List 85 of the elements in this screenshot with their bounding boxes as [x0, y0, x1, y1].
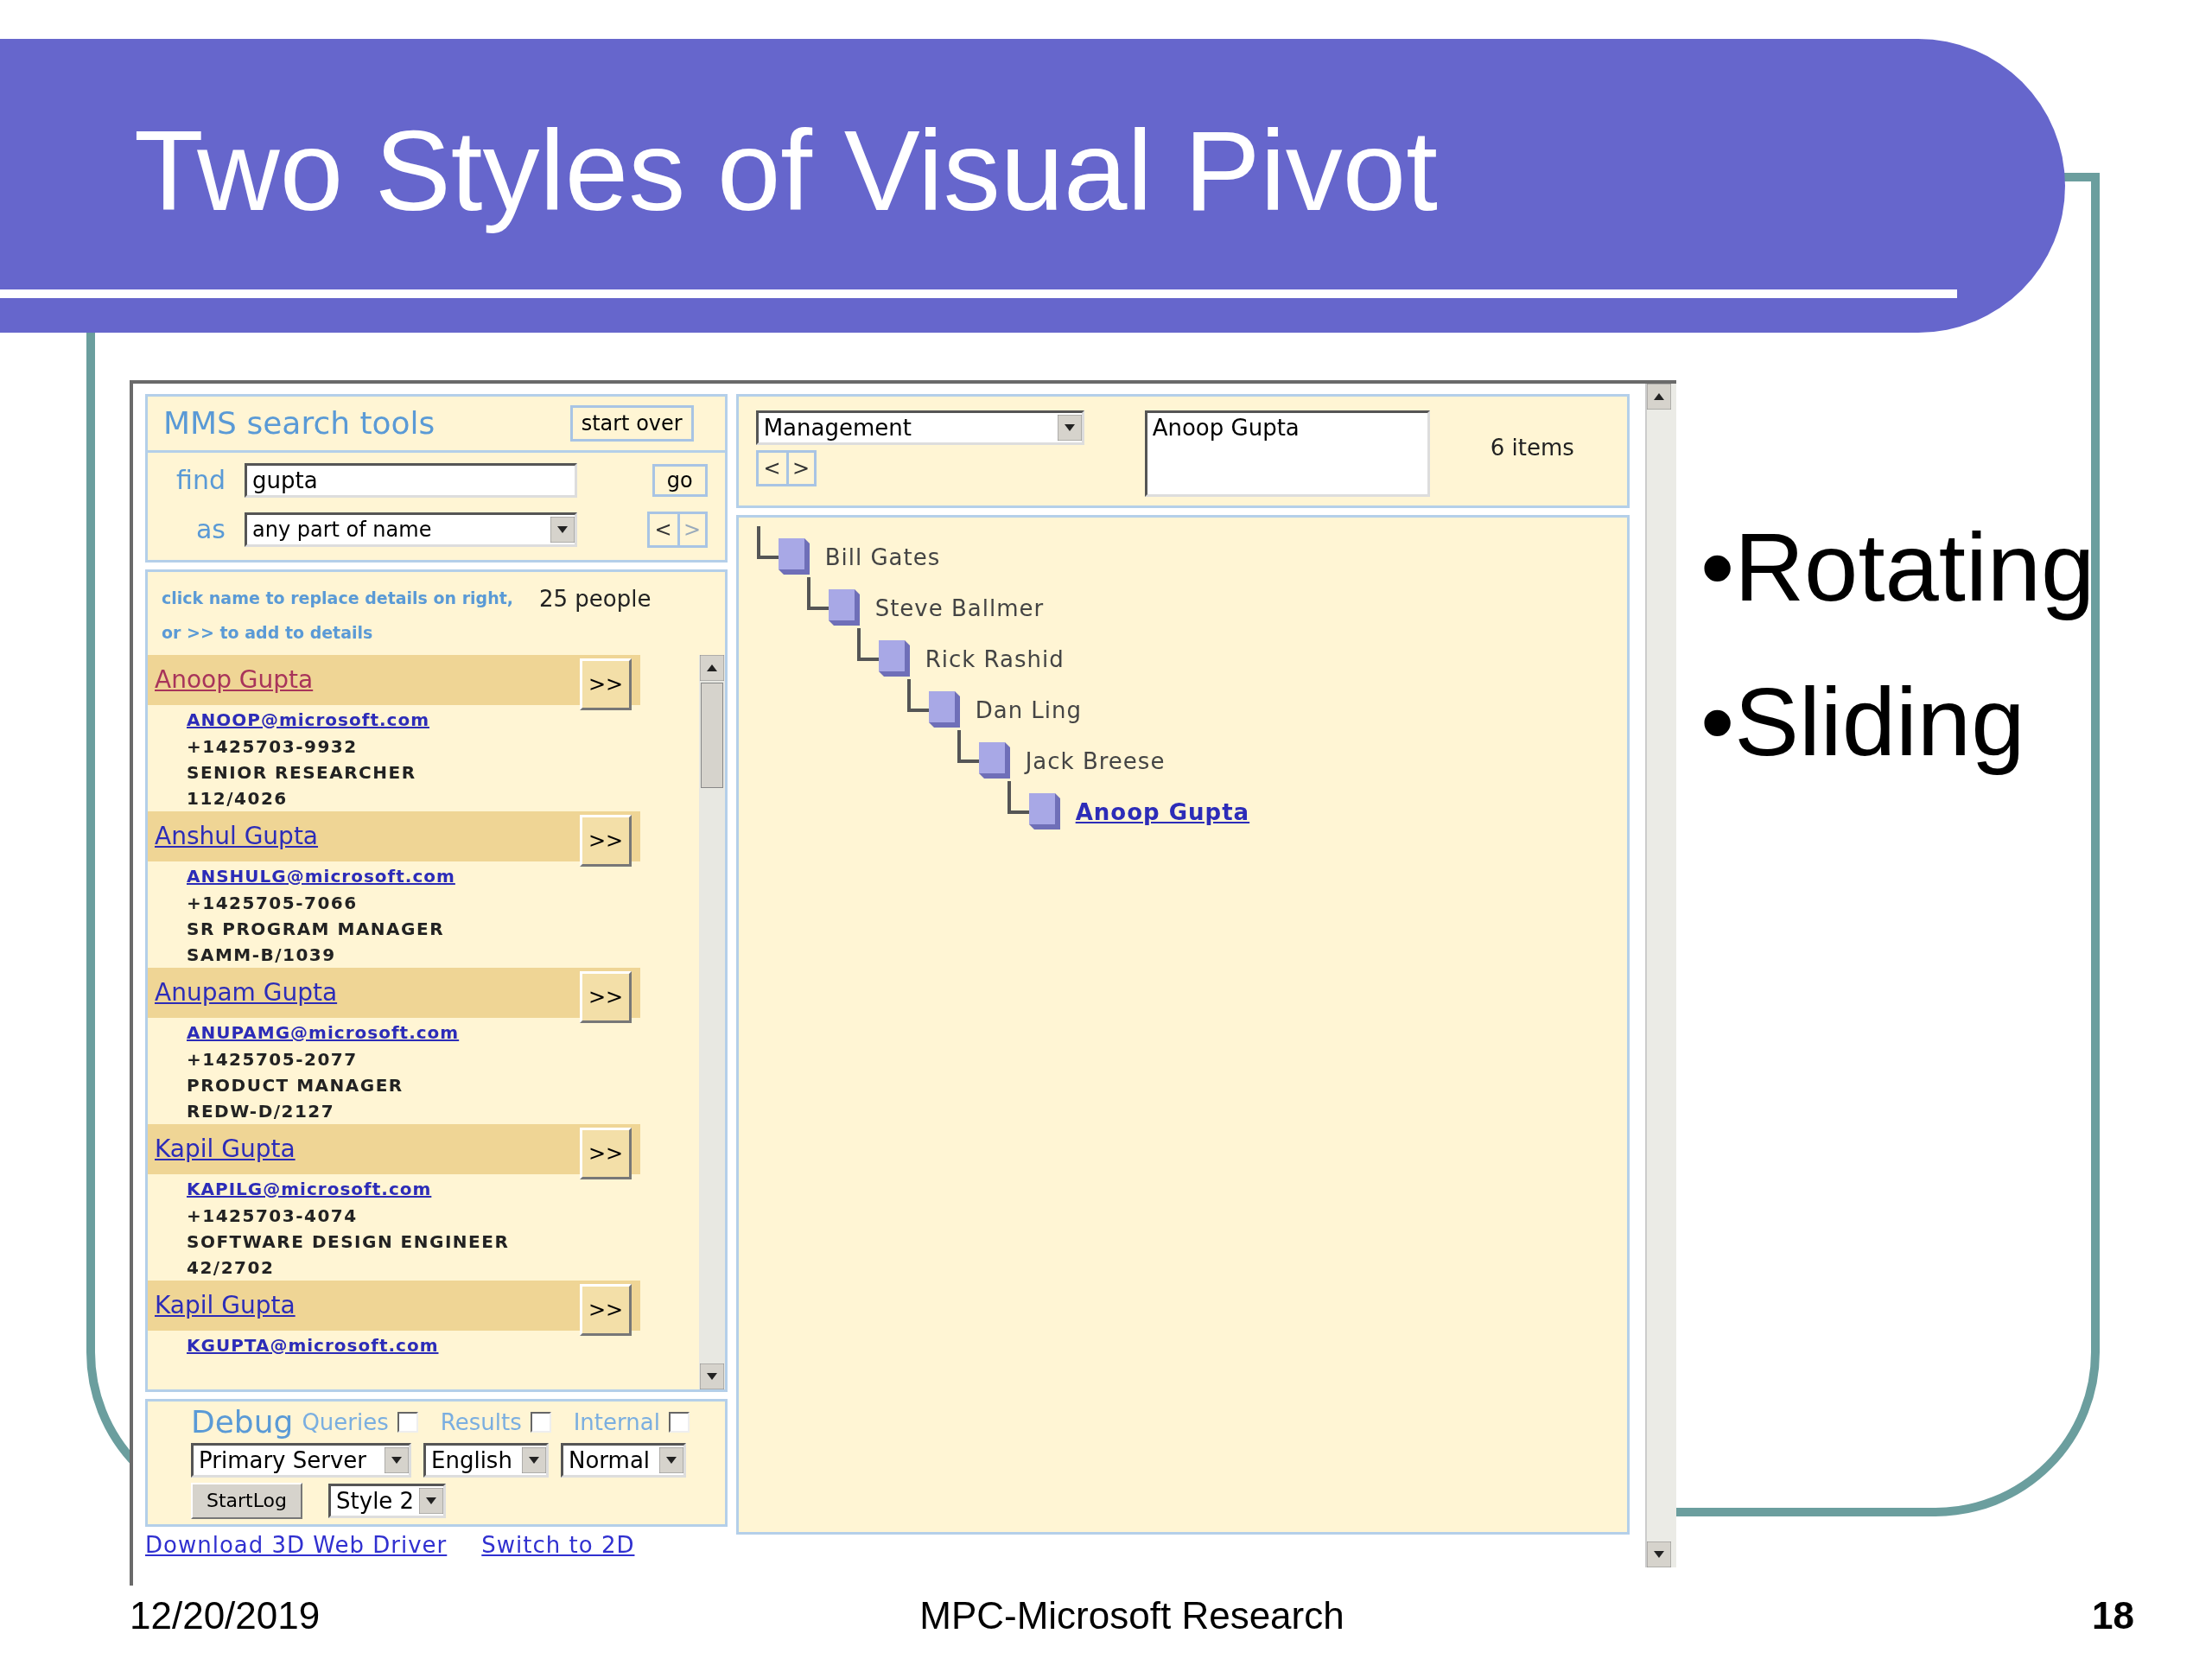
tree-node-name[interactable]: Dan Ling — [975, 699, 1083, 721]
add-to-details-button[interactable]: >> — [580, 1128, 632, 1179]
scrollbar[interactable] — [698, 655, 725, 1389]
person-name-link[interactable]: Kapil Gupta — [155, 1294, 296, 1318]
start-over-button[interactable]: start over — [569, 405, 694, 442]
dropdown-arrow-icon[interactable] — [385, 1447, 409, 1473]
page-scrollbar[interactable] — [1645, 384, 1676, 1567]
start-log-button[interactable]: StartLog — [191, 1483, 303, 1519]
person-detail: +1425703-9932 — [187, 735, 358, 759]
people-count: 25 people — [539, 588, 652, 610]
option-label: Results — [440, 1411, 522, 1433]
connector-cube-icon — [805, 577, 861, 628]
checkbox[interactable] — [668, 1412, 690, 1433]
person-detail: 112/4026 — [187, 787, 288, 810]
dropdown-field[interactable]: Style 2 — [328, 1484, 447, 1518]
selection-field[interactable]: Anoop Gupta — [1144, 410, 1430, 497]
connector-cube-icon — [855, 628, 912, 679]
person-detail: +1425705-7066 — [187, 892, 358, 915]
scroll-up-icon[interactable] — [699, 655, 724, 681]
dropdown-field[interactable]: Primary Server — [191, 1443, 411, 1478]
dropdown-field[interactable]: Management — [755, 410, 1084, 445]
person-detail: REDW-D/2127 — [187, 1100, 335, 1123]
email-link[interactable]: ANSHULG@microsoft.com — [187, 863, 455, 890]
person-detail: SOFTWARE DESIGN ENGINEER — [187, 1230, 510, 1254]
connector-cube-icon — [956, 730, 1012, 781]
person-detail: PRODUCT MANAGER — [187, 1074, 404, 1097]
footer-link[interactable]: Download 3D Web Driver — [145, 1534, 448, 1556]
footer-text: MPC-Microsoft Research — [918, 1597, 1345, 1635]
person-name-link[interactable]: Anupam Gupta — [155, 981, 338, 1005]
option-label: Queries — [302, 1411, 389, 1433]
connector-cube-icon — [755, 526, 811, 577]
tree-node-name[interactable]: Jack Breese — [1025, 750, 1166, 772]
connector-cube-icon — [1006, 781, 1062, 832]
dropdown-field[interactable]: any part of name — [245, 512, 577, 547]
checkbox[interactable] — [530, 1412, 551, 1433]
footer-link[interactable]: Switch to 2D — [481, 1534, 635, 1556]
add-to-details-button[interactable]: >> — [580, 1284, 632, 1336]
hint-text: click name to replace details on right, — [162, 588, 513, 609]
person-detail: 42/2702 — [187, 1256, 275, 1280]
add-to-details-button[interactable]: >> — [580, 815, 632, 867]
find-label: find — [175, 467, 226, 493]
dropdown-arrow-icon[interactable] — [659, 1447, 683, 1473]
tree-node-name[interactable]: Bill Gates — [824, 546, 941, 569]
person-detail: SAMM-B/1039 — [187, 944, 336, 967]
email-link[interactable]: ANOOP@microsoft.com — [187, 707, 429, 734]
debug-label: Debug — [191, 1407, 294, 1438]
scroll-up-icon[interactable] — [1647, 384, 1672, 410]
add-to-details-button[interactable]: >> — [580, 971, 632, 1023]
connector-cube-icon — [906, 679, 962, 730]
scroll-thumb[interactable] — [700, 683, 723, 788]
tree-node-name[interactable]: Anoop Gupta — [1075, 801, 1250, 823]
dropdown-arrow-icon[interactable] — [419, 1488, 444, 1514]
dropdown-field[interactable]: Normal — [561, 1443, 686, 1478]
person-detail: +1425703-4074 — [187, 1205, 358, 1228]
dropdown-field[interactable]: English — [423, 1443, 549, 1478]
hint-text: or >> to add to details — [162, 622, 374, 644]
panel-title: MMS search tools — [163, 408, 436, 439]
tree-node-name[interactable]: Steve Ballmer — [874, 597, 1045, 620]
person-name-link[interactable]: Anoop Gupta — [155, 668, 314, 692]
bullet-point: •Rotating — [1700, 512, 2095, 623]
person-name-link[interactable]: Anshul Gupta — [155, 824, 318, 849]
items-count: 6 items — [1490, 436, 1574, 459]
email-link[interactable]: ANUPAMG@microsoft.com — [187, 1020, 460, 1046]
person-detail: SENIOR RESEARCHER — [187, 761, 416, 785]
person-detail: +1425705-2077 — [187, 1048, 358, 1071]
page-number: 18 — [2091, 1597, 2134, 1635]
tree-node-name[interactable]: Rick Rashid — [925, 648, 1065, 671]
go-button[interactable]: go — [652, 464, 708, 497]
person-detail: SR PROGRAM MANAGER — [187, 918, 445, 941]
scroll-down-icon[interactable] — [699, 1363, 724, 1389]
slide-title: Two Styles of Visual Pivot — [134, 108, 1438, 234]
dropdown-arrow-icon[interactable] — [550, 517, 575, 543]
footer-date: 12/20/2019 — [130, 1597, 321, 1635]
find-field[interactable]: gupta — [245, 463, 577, 498]
as-label: as — [195, 517, 226, 543]
dropdown-arrow-icon[interactable] — [522, 1447, 546, 1473]
email-link[interactable]: KAPILG@microsoft.com — [187, 1176, 432, 1203]
checkbox[interactable] — [397, 1412, 418, 1433]
bullet-point: •Sliding — [1700, 667, 2026, 779]
email-link[interactable]: KGUPTA@microsoft.com — [187, 1332, 439, 1359]
scroll-down-icon[interactable] — [1647, 1541, 1672, 1567]
option-label: Internal — [573, 1411, 660, 1433]
person-name-link[interactable]: Kapil Gupta — [155, 1137, 296, 1161]
add-to-details-button[interactable]: >> — [580, 658, 632, 710]
dropdown-arrow-icon[interactable] — [1057, 415, 1082, 441]
